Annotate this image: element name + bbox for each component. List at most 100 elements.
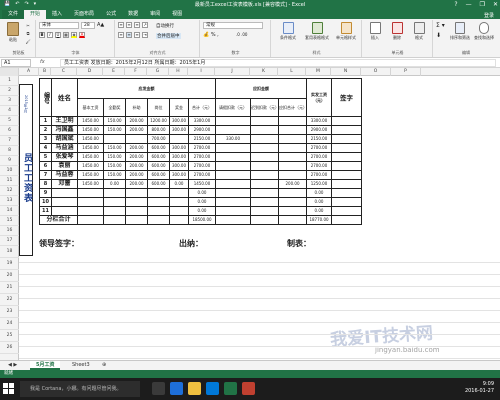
cell-leave[interactable] — [215, 188, 251, 198]
orientation-icon[interactable]: ↗ — [142, 22, 148, 28]
cell-base[interactable]: 1450.00 — [77, 134, 104, 144]
column-header-n[interactable]: N — [331, 68, 361, 76]
cell-attend[interactable] — [103, 134, 126, 144]
cell-post[interactable]: 600.00 — [147, 143, 170, 153]
underline-button[interactable]: U — [55, 32, 61, 38]
cell[interactable] — [169, 215, 189, 225]
cell-bonus[interactable]: 300.00 — [169, 170, 189, 180]
tab-page-layout[interactable]: 页面布局 — [68, 10, 100, 19]
cell-actual[interactable]: 0.00 — [306, 188, 332, 198]
row-header-16[interactable]: 16 — [0, 226, 19, 236]
column-header-e[interactable]: E — [103, 68, 125, 76]
cell-attend[interactable]: 150.00 — [103, 161, 126, 171]
undo-icon[interactable]: ↶ — [15, 1, 19, 7]
row-header-11[interactable]: 11 — [0, 176, 19, 186]
cell-post[interactable]: 600.00 — [147, 170, 170, 180]
subtotal-actual[interactable]: 18770.00 — [306, 215, 332, 225]
row-header-26[interactable]: 26 — [0, 342, 19, 354]
cell-leave[interactable] — [215, 179, 251, 189]
cell-ded[interactable]: 200.00 — [278, 179, 307, 189]
cell-base[interactable] — [77, 197, 104, 207]
cell-base[interactable] — [77, 188, 104, 198]
row-header-8[interactable]: 8 — [0, 146, 19, 156]
font-size-select[interactable]: 28 — [81, 22, 95, 29]
paste-button[interactable]: 粘贴 — [5, 22, 21, 43]
cell[interactable] — [250, 215, 279, 225]
format-painter-icon[interactable]: 🖌 — [24, 39, 32, 44]
cell[interactable] — [331, 215, 362, 225]
cell-name[interactable]: 袁丽 — [51, 161, 78, 171]
redo-icon[interactable]: ↷ — [24, 1, 28, 7]
cell-styles-button[interactable]: 单元格样式 — [332, 22, 360, 41]
cell-base[interactable]: 1450.00 — [77, 170, 104, 180]
insert-cells-button[interactable]: 插入 — [365, 22, 385, 41]
cell-post[interactable]: 1200.00 — [147, 116, 170, 126]
align-middle-icon[interactable]: ≡ — [126, 22, 132, 28]
cell-base[interactable]: 1450.00 — [77, 179, 104, 189]
cell-bonus[interactable]: 300.00 — [169, 143, 189, 153]
system-clock[interactable]: 9:09 2016-01-27 — [465, 381, 494, 395]
column-header-h[interactable]: H — [169, 68, 188, 76]
row-header-2[interactable]: 2 — [0, 86, 19, 96]
cell-no[interactable]: 10 — [39, 197, 52, 207]
cell-leave[interactable] — [215, 161, 251, 171]
cell-base[interactable] — [77, 206, 104, 216]
minimize-button[interactable]: — — [466, 0, 472, 9]
cell-bonus[interactable] — [169, 206, 189, 216]
cell-base[interactable]: 1450.00 — [77, 152, 104, 162]
cell-base[interactable]: 1450.00 — [77, 161, 104, 171]
cell[interactable] — [125, 215, 148, 225]
task-view-icon[interactable] — [152, 382, 165, 395]
cell-ded[interactable] — [278, 116, 307, 126]
login-link[interactable]: 登录 — [484, 12, 500, 19]
cell-ded[interactable] — [278, 188, 307, 198]
cell[interactable] — [103, 215, 126, 225]
cell-ded[interactable] — [278, 161, 307, 171]
cell-bonus[interactable] — [169, 188, 189, 198]
select-all-corner[interactable] — [0, 68, 19, 76]
edge-browser-icon[interactable] — [170, 382, 183, 395]
cell-actual[interactable]: 2700.00 — [306, 143, 332, 153]
autosum-icon[interactable]: Σ ▾ — [436, 22, 445, 29]
app-taskbar-icon[interactable] — [242, 382, 255, 395]
column-header-i[interactable]: I — [188, 68, 215, 76]
row-header-18[interactable]: 18 — [0, 246, 19, 258]
column-header-a[interactable]: A — [19, 68, 39, 76]
row-header-21[interactable]: 21 — [0, 282, 19, 294]
cortana-search-input[interactable]: 我是 Cortana，小娜。有问题尽管问我。 — [20, 381, 140, 397]
cell-leave[interactable] — [215, 116, 251, 126]
align-left-icon[interactable]: ≡ — [118, 32, 124, 38]
tab-review[interactable]: 审阅 — [144, 10, 166, 19]
help-button[interactable]: ? — [454, 0, 457, 9]
cell-no[interactable]: 6 — [39, 161, 52, 171]
sort-filter-button[interactable]: 排序和筛选 — [448, 22, 472, 41]
customize-qat-icon[interactable]: ▾ — [34, 1, 37, 7]
cell-no[interactable]: 8 — [39, 179, 52, 189]
cell-sign[interactable] — [331, 197, 362, 207]
cell[interactable] — [147, 215, 170, 225]
row-header-10[interactable]: 10 — [0, 166, 19, 176]
cell-late[interactable] — [250, 152, 279, 162]
cell-base[interactable]: 1450.00 — [77, 125, 104, 135]
cell-allow[interactable]: 200.00 — [125, 116, 148, 126]
row-header-6[interactable]: 6 — [0, 126, 19, 136]
restore-button[interactable]: ❐ — [480, 0, 485, 9]
cell-post[interactable] — [147, 197, 170, 207]
cell-name[interactable]: 冯国鑫 — [51, 125, 78, 135]
delete-cells-button[interactable]: 删除 — [387, 22, 407, 41]
row-header-3[interactable]: 3 — [0, 96, 19, 106]
cell-post[interactable] — [147, 206, 170, 216]
cell-bonus[interactable]: 300.00 — [169, 116, 189, 126]
cell-actual[interactable]: 2700.00 — [306, 170, 332, 180]
cell-name[interactable]: 胡国斌 — [51, 134, 78, 144]
row-header-25[interactable]: 25 — [0, 330, 19, 342]
windows-start-icon[interactable] — [3, 383, 15, 395]
copy-icon[interactable]: ⧉ — [24, 31, 32, 36]
italic-button[interactable]: I — [47, 32, 53, 38]
cell-bonus[interactable] — [169, 197, 189, 207]
cell-sign[interactable] — [331, 152, 362, 162]
cell-total[interactable]: 0.00 — [188, 197, 216, 207]
cell-actual[interactable]: 2900.00 — [306, 125, 332, 135]
row-header-13[interactable]: 13 — [0, 196, 19, 206]
cell-late[interactable] — [250, 161, 279, 171]
